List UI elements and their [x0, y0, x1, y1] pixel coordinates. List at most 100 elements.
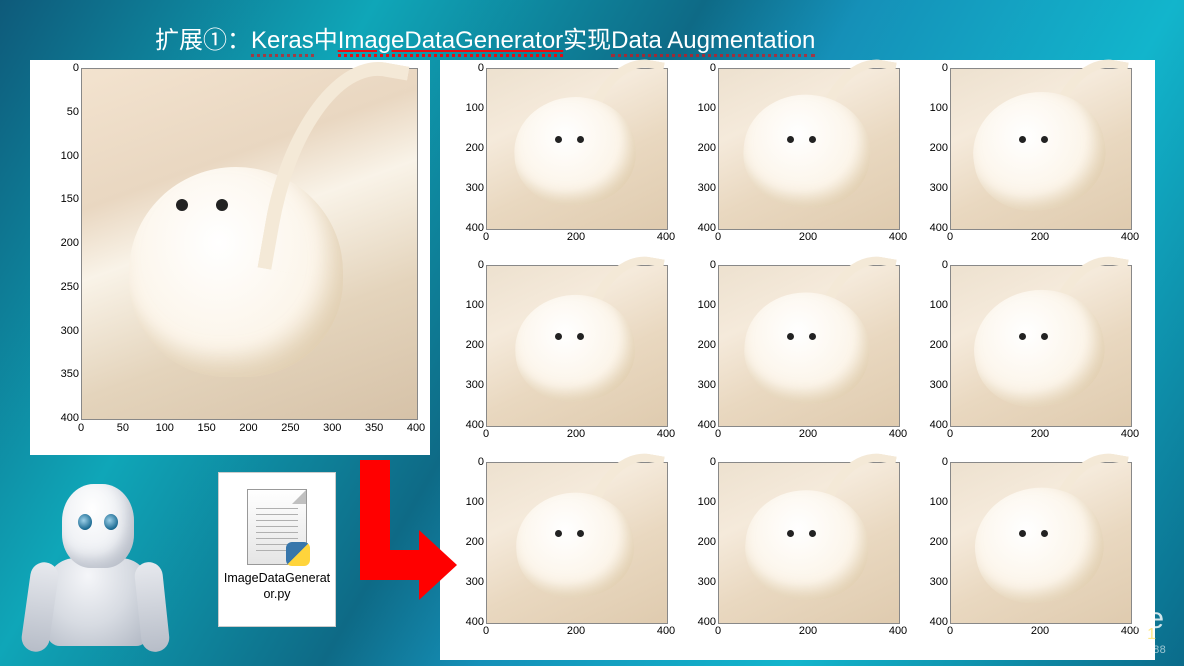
- y-tick: 300: [684, 576, 716, 588]
- y-tick: 200: [51, 237, 79, 249]
- y-tick: 400: [684, 616, 716, 628]
- y-tick: 0: [452, 259, 484, 271]
- y-tick: 0: [916, 62, 948, 74]
- y-tick: 100: [452, 299, 484, 311]
- x-tick: 50: [117, 422, 129, 434]
- subplot-image: [718, 265, 900, 427]
- y-tick: 150: [51, 193, 79, 205]
- x-tick: 200: [1031, 231, 1049, 243]
- augmented-subplot: 01002003004000200400: [910, 458, 1135, 650]
- y-tick: 200: [452, 339, 484, 351]
- original-image-panel: 0501001502002503003504000501001502002503…: [30, 60, 430, 455]
- file-card[interactable]: ImageDataGenerator.py: [218, 472, 336, 627]
- y-tick: 0: [452, 62, 484, 74]
- y-tick: 300: [684, 379, 716, 391]
- y-tick: 200: [916, 142, 948, 154]
- y-tick: 0: [684, 456, 716, 468]
- y-tick: 400: [452, 222, 484, 234]
- y-tick: 400: [916, 419, 948, 431]
- x-tick: 400: [1121, 231, 1139, 243]
- page-number: 1: [1147, 626, 1156, 644]
- y-tick: 400: [452, 616, 484, 628]
- x-tick: 150: [197, 422, 215, 434]
- x-tick: 400: [657, 231, 675, 243]
- x-tick: 0: [483, 428, 489, 440]
- y-tick: 0: [51, 62, 79, 74]
- subplot-image: [486, 265, 668, 427]
- x-tick: 0: [483, 231, 489, 243]
- x-tick: 0: [715, 428, 721, 440]
- subplot-image: [718, 68, 900, 230]
- y-tick: 400: [916, 616, 948, 628]
- x-tick: 200: [567, 625, 585, 637]
- title-da: Data Augmentation: [611, 27, 815, 57]
- y-tick: 0: [684, 259, 716, 271]
- python-file-icon: [247, 489, 307, 565]
- y-tick: 50: [51, 106, 79, 118]
- subplot-image: [950, 462, 1132, 624]
- x-tick: 200: [799, 428, 817, 440]
- title-keras: Keras: [251, 27, 314, 57]
- augmented-subplot: 01002003004000200400: [910, 64, 1135, 256]
- x-tick: 350: [365, 422, 383, 434]
- title-prefix: 扩展①：: [155, 27, 251, 54]
- y-tick: 400: [684, 419, 716, 431]
- slide-title: 扩展①：Keras中ImageDataGenerator实现Data Augme…: [155, 20, 815, 55]
- y-tick: 200: [684, 339, 716, 351]
- file-name: ImageDataGenerator.py: [222, 571, 332, 602]
- y-tick: 200: [452, 142, 484, 154]
- subplot-image: [486, 68, 668, 230]
- x-tick: 400: [1121, 428, 1139, 440]
- subplot-image: [950, 68, 1132, 230]
- y-tick: 0: [916, 259, 948, 271]
- x-tick: 400: [889, 231, 907, 243]
- x-tick: 0: [78, 422, 84, 434]
- augmented-subplot: 01002003004000200400: [446, 261, 671, 453]
- x-tick: 0: [483, 625, 489, 637]
- y-tick: 100: [51, 150, 79, 162]
- augmented-subplot: 01002003004000200400: [678, 458, 903, 650]
- x-tick: 200: [799, 625, 817, 637]
- x-tick: 0: [947, 428, 953, 440]
- x-tick: 400: [889, 428, 907, 440]
- x-tick: 200: [1031, 625, 1049, 637]
- y-tick: 300: [916, 576, 948, 588]
- augmented-subplot: 01002003004000200400: [446, 458, 671, 650]
- robot-graphic: [8, 466, 188, 666]
- x-tick: 300: [323, 422, 341, 434]
- x-tick: 200: [567, 231, 585, 243]
- x-tick: 400: [657, 428, 675, 440]
- x-tick: 100: [156, 422, 174, 434]
- arrow-head-icon: [419, 530, 457, 600]
- y-tick: 200: [916, 339, 948, 351]
- x-tick: 0: [947, 231, 953, 243]
- subplot-image: [718, 462, 900, 624]
- x-tick: 400: [889, 625, 907, 637]
- augmented-subplot: 01002003004000200400: [678, 261, 903, 453]
- x-tick: 0: [715, 231, 721, 243]
- y-tick: 400: [684, 222, 716, 234]
- y-tick: 300: [452, 182, 484, 194]
- y-tick: 100: [916, 496, 948, 508]
- y-tick: 100: [452, 102, 484, 114]
- y-tick: 100: [684, 102, 716, 114]
- x-tick: 0: [715, 625, 721, 637]
- x-tick: 250: [281, 422, 299, 434]
- subplot-image: [486, 462, 668, 624]
- x-tick: 400: [657, 625, 675, 637]
- y-tick: 400: [452, 419, 484, 431]
- x-tick: 200: [1031, 428, 1049, 440]
- x-tick: 0: [947, 625, 953, 637]
- y-tick: 100: [684, 299, 716, 311]
- augmented-subplot: 01002003004000200400: [678, 64, 903, 256]
- y-tick: 200: [684, 142, 716, 154]
- x-tick: 200: [239, 422, 257, 434]
- y-tick: 400: [51, 412, 79, 424]
- augmented-subplot: 01002003004000200400: [446, 64, 671, 256]
- y-tick: 300: [51, 325, 79, 337]
- y-tick: 300: [916, 182, 948, 194]
- watermark: https://blog.csdn.net/stq054188: [1004, 644, 1166, 656]
- augmented-grid-panel: 0100200300400020040001002003004000200400…: [440, 60, 1155, 660]
- y-tick: 200: [916, 536, 948, 548]
- x-tick: 400: [407, 422, 425, 434]
